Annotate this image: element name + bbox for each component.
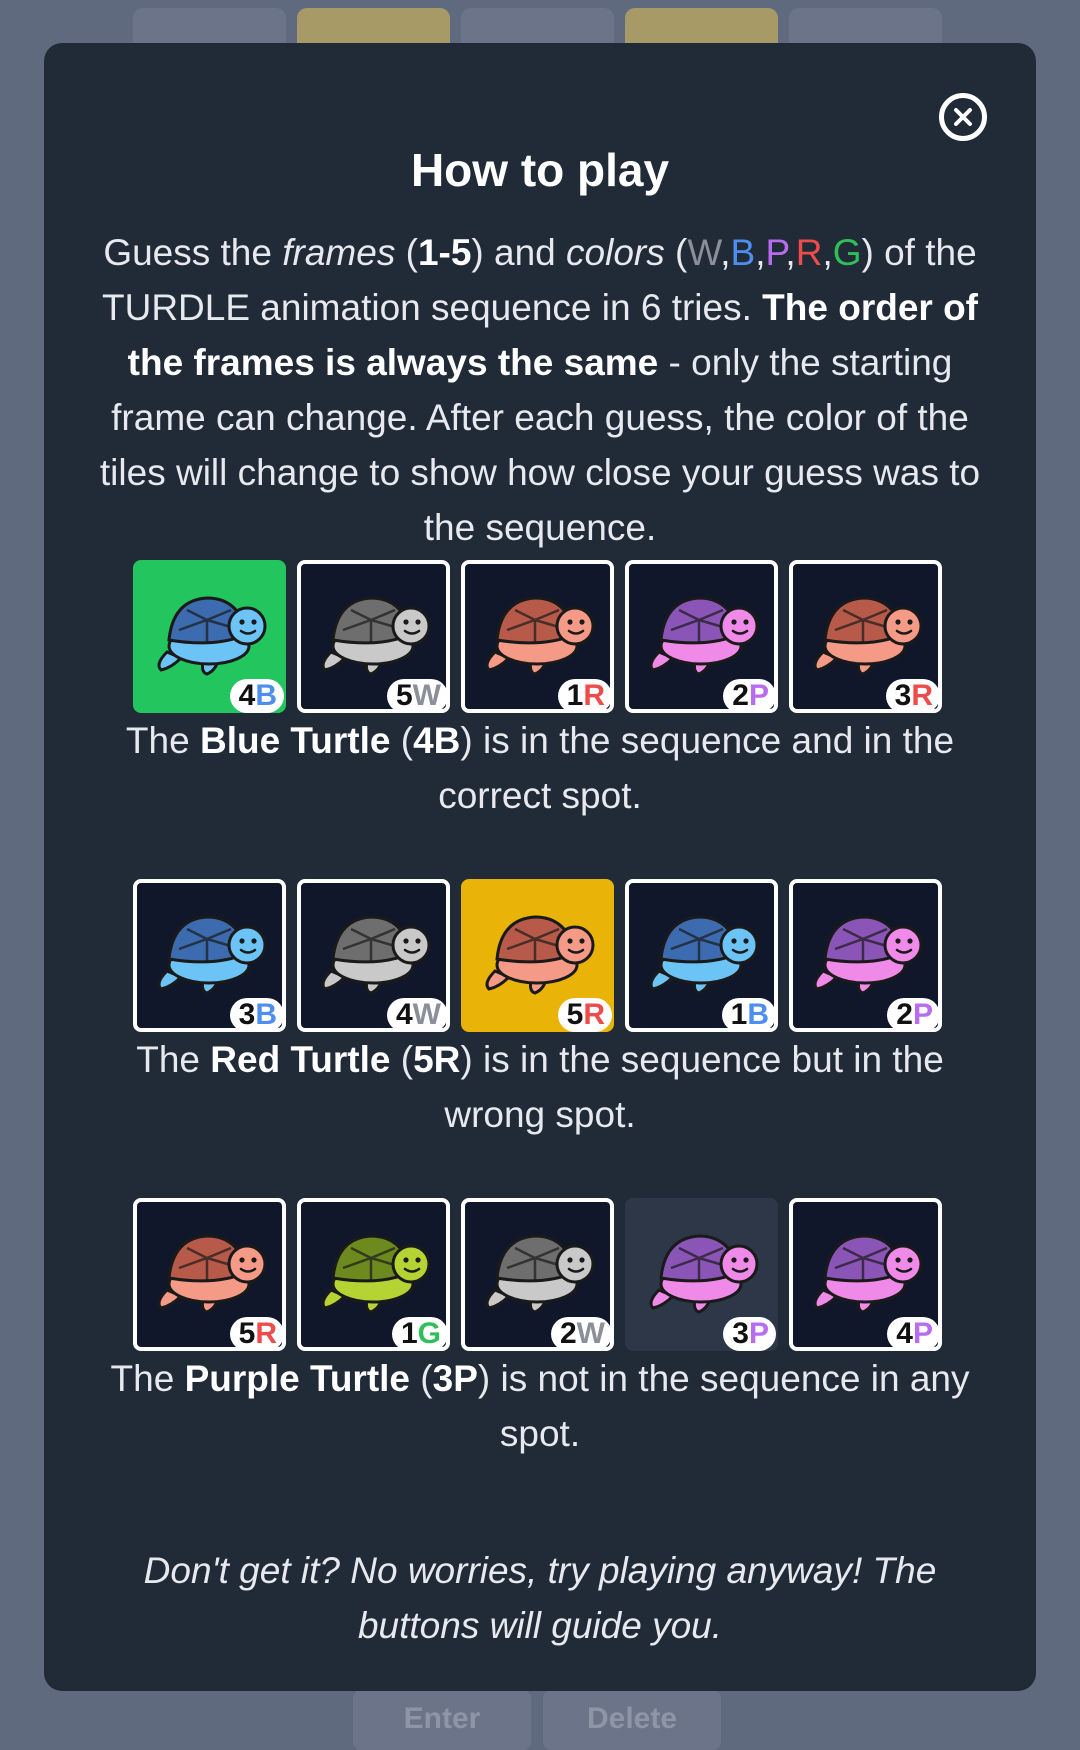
example-tile: 4P [789, 1198, 942, 1351]
turtle-icon [649, 596, 759, 676]
enter-key[interactable]: Enter [353, 1690, 531, 1750]
tile-color-letter: R [255, 1317, 277, 1350]
intro-text: Guess the frames (1-5) and colors (W,B,P… [99, 232, 981, 548]
example-explanation: The Purple Turtle (3P) is not in the seq… [110, 1358, 970, 1454]
background-keyboard: Enter Delete [0, 1690, 1080, 1750]
example-tile: 4B [133, 560, 286, 713]
turtle-icon [813, 1234, 923, 1314]
example-tile: 5R [133, 1198, 286, 1351]
example-tiles-row: 3B 4W 5R 1B 2P [133, 879, 942, 1032]
turtle-icon [813, 596, 923, 676]
example-explanation: The Blue Turtle (4B) is in the sequence … [125, 720, 955, 816]
tile-label: 1R [557, 679, 612, 713]
tile-frame-number: 3 [894, 679, 912, 712]
tile-frame-number: 5 [566, 998, 584, 1031]
tile-frame-number: 1 [566, 679, 584, 712]
example-tile: 2P [789, 879, 942, 1032]
example-tile: 5R [461, 879, 614, 1032]
delete-key[interactable]: Delete [543, 1690, 721, 1750]
tile-label: 2P [887, 998, 940, 1032]
tile-color-letter: P [748, 1317, 769, 1350]
tile-frame-number: 2 [559, 1317, 577, 1350]
tile-frame-number: 1 [400, 1317, 418, 1350]
tile-color-letter: R [583, 679, 605, 712]
tile-label: 2W [550, 1317, 612, 1351]
tile-color-letter: B [255, 998, 277, 1031]
example-tiles-row: 4B 5W 1R 2P 3R [133, 560, 942, 713]
tile-frame-number: 4 [238, 679, 256, 712]
example-tile: 2W [461, 1198, 614, 1351]
tile-color-letter: W [412, 679, 441, 712]
turtle-icon [485, 915, 595, 995]
example-tiles-row: 5R 1G 2W 3P 4P [133, 1198, 942, 1351]
tile-color-letter: B [747, 998, 769, 1031]
example-tile: 1G [297, 1198, 450, 1351]
modal-title: How to play [410, 144, 670, 196]
tile-color-letter: R [583, 998, 605, 1031]
turtle-icon [321, 596, 431, 676]
tile-color-letter: P [912, 998, 933, 1031]
tile-frame-number: 4 [896, 1317, 913, 1350]
close-icon [954, 108, 972, 126]
turtle-icon [649, 915, 759, 995]
turtle-icon [157, 596, 267, 676]
tile-label: 1G [391, 1317, 448, 1351]
example-tile: 3R [789, 560, 942, 713]
tile-color-letter: P [912, 1317, 933, 1350]
turtle-icon [485, 1234, 595, 1314]
tile-label: 5R [557, 998, 612, 1032]
example-tile: 1R [461, 560, 614, 713]
turtle-icon [813, 915, 923, 995]
tile-frame-number: 2 [732, 679, 749, 712]
example-explanation: The Red Turtle (5R) is in the sequence b… [136, 1039, 944, 1135]
tile-label: 5R [229, 1317, 284, 1351]
example-tile: 1B [625, 879, 778, 1032]
tile-label: 3B [229, 998, 284, 1032]
tile-label: 4W [386, 998, 448, 1032]
tile-color-letter: P [748, 679, 769, 712]
tile-label: 1B [721, 998, 776, 1032]
tile-frame-number: 3 [238, 998, 256, 1031]
tile-frame-number: 4 [395, 998, 413, 1031]
tile-frame-number: 5 [395, 679, 413, 712]
tile-color-letter: W [412, 998, 441, 1031]
turtle-icon [157, 915, 267, 995]
tile-frame-number: 2 [896, 998, 913, 1031]
example-tile: 3P [625, 1198, 778, 1351]
tile-frame-number: 1 [730, 998, 748, 1031]
tile-label: 3R [885, 679, 940, 713]
how-to-play-modal: How to play Guess the frames (1-5) and c… [44, 43, 1036, 1691]
example-tile: 2P [625, 560, 778, 713]
turtle-icon [649, 1234, 759, 1314]
tile-color-letter: B [255, 679, 277, 712]
close-button[interactable] [939, 93, 987, 141]
tile-label: 3P [723, 1317, 776, 1351]
example-tile: 3B [133, 879, 286, 1032]
tile-frame-number: 3 [732, 1317, 749, 1350]
tile-label: 4B [229, 679, 284, 713]
tile-color-letter: G [417, 1317, 441, 1350]
turtle-icon [485, 596, 595, 676]
turtle-icon [321, 1234, 431, 1314]
tile-frame-number: 5 [238, 1317, 256, 1350]
tile-label: 2P [723, 679, 776, 713]
example-tile: 5W [297, 560, 450, 713]
tile-label: 5W [386, 679, 448, 713]
turtle-icon [321, 915, 431, 995]
tile-color-letter: R [911, 679, 933, 712]
footer-note: Don't get it? No worries, try playing an… [143, 1550, 937, 1646]
example-tile: 4W [297, 879, 450, 1032]
turtle-icon [157, 1234, 267, 1314]
tile-color-letter: W [576, 1317, 605, 1350]
tile-label: 4P [887, 1317, 940, 1351]
